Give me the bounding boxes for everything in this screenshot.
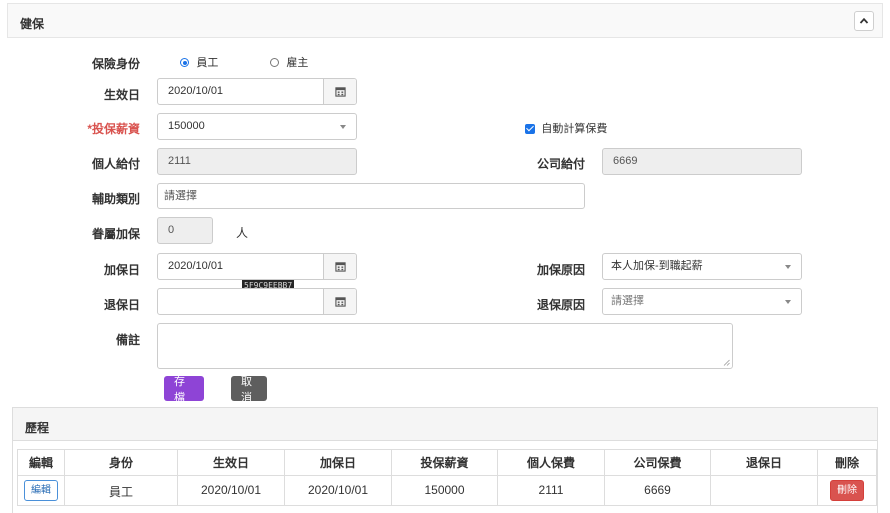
enroll-date-input[interactable]: 2020/10/01 [157,253,357,280]
effective-date-cell: 2020/10/01 [177,475,285,506]
salary-cell: 150000 [391,475,498,506]
column-header: 身份 [64,449,178,476]
calendar-icon [334,262,346,272]
column-header: 個人保費 [497,449,605,476]
dependents-field: 0 [157,217,213,244]
chevron-down-icon [785,300,791,304]
withdraw-date-input[interactable] [157,288,357,315]
radio-employer-indicator [270,58,279,68]
column-header: 加保日 [284,449,392,476]
notes-label: 備註 [115,333,140,347]
identity-label: 保險身份 [91,57,140,71]
enroll-date-calendar-button[interactable] [323,254,356,279]
radio-employee-label: 員工 [196,57,219,69]
radio-employee-indicator [180,58,189,68]
history-header: 歷程 [13,408,877,441]
delete-button[interactable]: 刪除 [830,480,864,501]
calendar-icon [334,297,346,307]
chevron-up-icon [859,17,869,24]
edit-button[interactable]: 編輯 [24,480,58,501]
personal-pay-field: 2111 [157,148,357,175]
enroll-date-cell: 2020/10/01 [284,475,392,506]
auto-calc-checkbox[interactable]: 自動計算保費 [525,120,607,136]
withdraw-date-calendar-button[interactable] [323,289,356,314]
resize-handle-icon[interactable] [723,359,730,366]
panel-title: 健保 [20,17,45,31]
history-panel: 歷程 編輯 身份 生效日 加保日 投保薪資 個人保費 公司保費 退保日 刪除 編… [12,407,878,513]
column-header: 公司保費 [604,449,711,476]
calendar-icon [334,87,346,97]
effective-date-calendar-button[interactable] [323,79,356,104]
column-header: 刪除 [817,449,877,476]
column-header: 編輯 [17,449,65,476]
save-button[interactable]: 存檔 [164,376,204,404]
radio-employer[interactable]: 雇主 [270,54,308,70]
delete-cell: 刪除 [817,475,877,506]
table-row: 編輯 員工 2020/10/01 2020/10/01 150000 2111 … [17,475,877,506]
enroll-date-label: 加保日 [103,263,140,277]
withdraw-reason-placeholder: 請選擇 [611,295,644,307]
column-header: 生效日 [177,449,285,476]
subsidy-label: 輔助類別 [91,192,140,206]
notes-textarea[interactable] [157,323,733,369]
dependents-label: 眷屬加保 [91,227,140,241]
radio-employee[interactable]: 員工 [180,54,218,70]
insured-salary-select[interactable]: 150000 [157,113,357,140]
effective-date-input[interactable]: 2020/10/01 [157,78,357,105]
column-header: 退保日 [710,449,818,476]
enroll-reason-value: 本人加保-到職起薪 [611,260,703,272]
cancel-button[interactable]: 取消 [231,376,267,404]
enroll-reason-select[interactable]: 本人加保-到職起薪 [602,253,802,280]
company-premium-cell: 6669 [604,475,711,506]
withdraw-date-label: 退保日 [103,298,140,312]
dependents-unit: 人 [236,226,249,240]
history-header-row: 編輯 身份 生效日 加保日 投保薪資 個人保費 公司保費 退保日 刪除 [17,449,877,476]
column-header: 投保薪資 [391,449,498,476]
chevron-down-icon [340,125,346,129]
enroll-reason-label: 加保原因 [536,263,585,277]
history-title: 歷程 [25,421,50,435]
history-table: 編輯 身份 生效日 加保日 投保薪資 個人保費 公司保費 退保日 刪除 編輯 員… [17,449,877,506]
personal-pay-label: 個人給付 [91,157,140,171]
personal-pay-value: 2111 [168,155,191,167]
company-pay-value: 6669 [613,155,638,167]
insured-salary-value: 150000 [168,120,205,132]
effective-date-label: 生效日 [103,88,140,102]
withdraw-reason-label: 退保原因 [536,298,585,312]
withdraw-reason-select[interactable]: 請選擇 [602,288,802,315]
effective-date-value: 2020/10/01 [168,85,224,97]
subsidy-input[interactable]: 請選擇 [157,183,585,209]
edit-cell: 編輯 [17,475,65,506]
collapse-button[interactable] [854,11,874,31]
enroll-date-value: 2020/10/01 [168,260,224,272]
chevron-down-icon [785,265,791,269]
radio-employer-label: 雇主 [286,57,309,69]
identity-cell: 員工 [64,475,178,506]
company-pay-label: 公司給付 [536,157,585,171]
dependents-value: 0 [168,224,175,236]
withdraw-date-cell [710,475,818,506]
checkbox-checked-icon [525,123,535,134]
auto-calc-label: 自動計算保費 [541,123,608,135]
personal-premium-cell: 2111 [497,475,605,506]
panel-header: 健保 [7,3,883,38]
insured-salary-label: *投保薪資 [87,122,140,136]
subsidy-placeholder: 請選擇 [164,190,197,202]
company-pay-field: 6669 [602,148,802,175]
